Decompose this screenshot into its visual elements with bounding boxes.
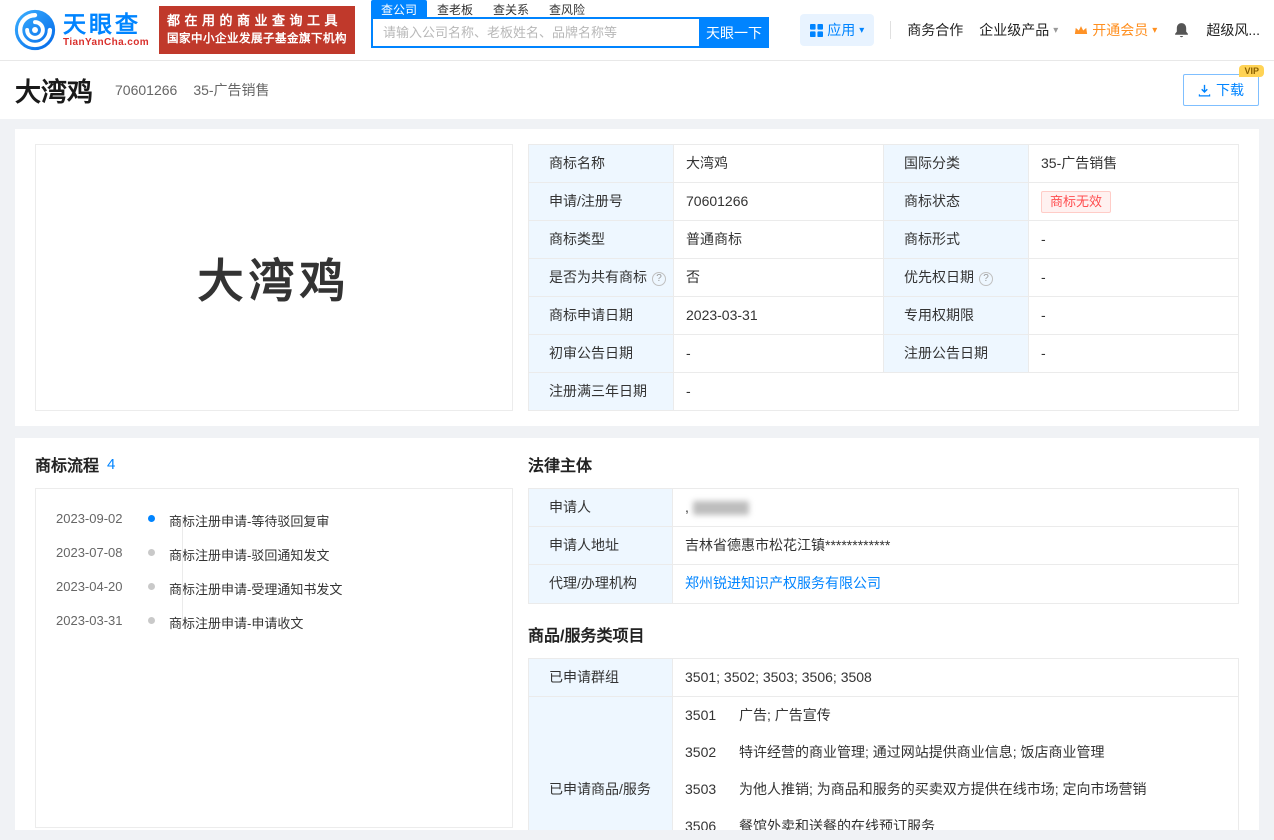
trademark-process-panel: 商标流程 4 2023-09-02 商标注册申请-等待驳回复审 2023-07-… [35, 454, 513, 810]
page-title: 大湾鸡 [15, 72, 93, 109]
timeline-item: 2023-04-20 商标注册申请-受理通知书发文 [56, 579, 512, 598]
search-input[interactable] [371, 17, 699, 48]
search-tabs: 查公司 查老板 查关系 查风险 [371, 0, 769, 17]
status-badge: 商标无效 [1041, 191, 1111, 213]
table-row: 申请人 , [529, 489, 1238, 527]
nav-enterprise-products[interactable]: 企业级产品 ▾ [979, 20, 1058, 40]
chevron-down-icon: ▾ [1152, 25, 1157, 36]
tab-search-company[interactable]: 查公司 [371, 0, 427, 17]
logo-name-cn: 天眼查 [63, 12, 149, 36]
table-row: 代理/办理机构 郑州锐进知识产权服务有限公司 [529, 565, 1238, 603]
logo[interactable]: 天眼查 TianYanCha.com [14, 9, 149, 51]
timeline-dot [148, 583, 155, 590]
header-nav: 应用 ▾ 商务合作 企业级产品 ▾ 开通会员 ▾ 超级风... [800, 14, 1260, 46]
search-button[interactable]: 天眼一下 [699, 17, 769, 48]
goods-line: 3503为他人推销; 为商品和服务的买卖双方提供在线市场; 定向市场营销 [685, 771, 1226, 808]
timeline-dot [148, 549, 155, 556]
help-icon[interactable]: ? [979, 272, 993, 286]
chevron-down-icon: ▾ [859, 25, 864, 36]
page-title-bar: 大湾鸡 70601266 35-广告销售 下载 VIP [0, 61, 1274, 119]
goods-line: 3501广告; 广告宣传 [685, 697, 1226, 734]
tianyancha-logo-icon [14, 9, 56, 51]
table-row: 商标类型 普通商标 商标形式 - [529, 221, 1238, 259]
table-row: 商标申请日期 2023-03-31 专用权期限 - [529, 297, 1238, 335]
redacted-applicant-name [693, 501, 749, 515]
nav-divider [890, 21, 891, 39]
bell-icon [1173, 22, 1190, 39]
nav-apps[interactable]: 应用 ▾ [800, 14, 874, 46]
process-title: 商标流程 [35, 452, 99, 476]
goods-line: 3502特许经营的商业管理; 通过网站提供商业信息; 饭店商业管理 [685, 734, 1226, 771]
goods-line: 3506餐馆外卖和送餐的在线预订服务 [685, 808, 1226, 830]
timeline-connector [182, 519, 183, 620]
download-icon [1198, 84, 1211, 97]
process-count: 4 [107, 456, 115, 473]
nav-super-risk[interactable]: 超级风... [1206, 20, 1260, 40]
download-button[interactable]: 下载 VIP [1183, 74, 1259, 106]
tab-search-risk[interactable]: 查风险 [539, 0, 595, 17]
table-row: 已申请群组 3501; 3502; 3503; 3506; 3508 [529, 659, 1238, 697]
table-row: 初审公告日期 - 注册公告日期 - [529, 335, 1238, 373]
table-row: 是否为共有商标? 否 优先权日期? - [529, 259, 1238, 297]
chevron-down-icon: ▾ [1053, 25, 1058, 36]
legal-entity-panel: 法律主体 申请人 , 申请人地址 吉林省德惠市松花江镇************ … [528, 454, 1239, 810]
notifications-bell[interactable] [1173, 22, 1190, 39]
timeline-dot [148, 515, 155, 522]
help-icon[interactable]: ? [652, 272, 666, 286]
tab-search-boss[interactable]: 查老板 [427, 0, 483, 17]
legal-title: 法律主体 [528, 452, 592, 476]
tab-search-relation[interactable]: 查关系 [483, 0, 539, 17]
international-class: 35-广告销售 [193, 80, 269, 100]
table-row: 已申请商品/服务 3501广告; 广告宣传 3502特许经营的商业管理; 通过网… [529, 697, 1238, 830]
logo-name-en: TianYanCha.com [63, 37, 149, 48]
timeline-dot [148, 617, 155, 624]
apps-grid-icon [810, 24, 823, 37]
trademark-info-table: 商标名称 大湾鸡 国际分类 35-广告销售 申请/注册号 70601266 商标… [528, 144, 1239, 411]
promo-banner: 都在用的商业查询工具 国家中小企业发展子基金旗下机构 [159, 6, 355, 54]
timeline-item: 2023-03-31 商标注册申请-申请收文 [56, 613, 512, 632]
table-row: 商标名称 大湾鸡 国际分类 35-广告销售 [529, 145, 1238, 183]
search-area: 查公司 查老板 查关系 查风险 天眼一下 [371, 0, 769, 48]
trademark-info-card: 大湾鸡 商标名称 大湾鸡 国际分类 35-广告销售 申请/注册号 7060126… [15, 129, 1259, 426]
goods-table: 已申请群组 3501; 3502; 3503; 3506; 3508 已申请商品… [528, 658, 1239, 830]
timeline-item: 2023-07-08 商标注册申请-驳回通知发文 [56, 545, 512, 564]
table-row: 申请人地址 吉林省德惠市松花江镇************ [529, 527, 1238, 565]
promo-line1: 都在用的商业查询工具 [167, 11, 347, 31]
table-row: 注册满三年日期 - [529, 373, 1238, 410]
goods-title: 商品/服务类项目 [528, 622, 644, 646]
process-timeline: 2023-09-02 商标注册申请-等待驳回复审 2023-07-08 商标注册… [35, 488, 513, 828]
registration-number: 70601266 [115, 82, 177, 98]
nav-business-cooperation[interactable]: 商务合作 [907, 20, 963, 40]
timeline-item: 2023-09-02 商标注册申请-等待驳回复审 [56, 511, 512, 530]
agency-link[interactable]: 郑州锐进知识产权服务有限公司 [685, 575, 881, 591]
promo-line2: 国家中小企业发展子基金旗下机构 [167, 31, 347, 49]
bottom-section: 商标流程 4 2023-09-02 商标注册申请-等待驳回复审 2023-07-… [15, 438, 1259, 830]
vip-badge: VIP [1239, 65, 1264, 77]
legal-table: 申请人 , 申请人地址 吉林省德惠市松花江镇************ 代理/办理… [528, 488, 1239, 604]
table-row: 申请/注册号 70601266 商标状态 商标无效 [529, 183, 1238, 221]
trademark-image: 大湾鸡 [35, 144, 513, 411]
top-navbar: 天眼查 TianYanCha.com 都在用的商业查询工具 国家中小企业发展子基… [0, 0, 1274, 61]
nav-open-vip[interactable]: 开通会员 ▾ [1074, 20, 1157, 40]
crown-icon [1074, 25, 1088, 36]
